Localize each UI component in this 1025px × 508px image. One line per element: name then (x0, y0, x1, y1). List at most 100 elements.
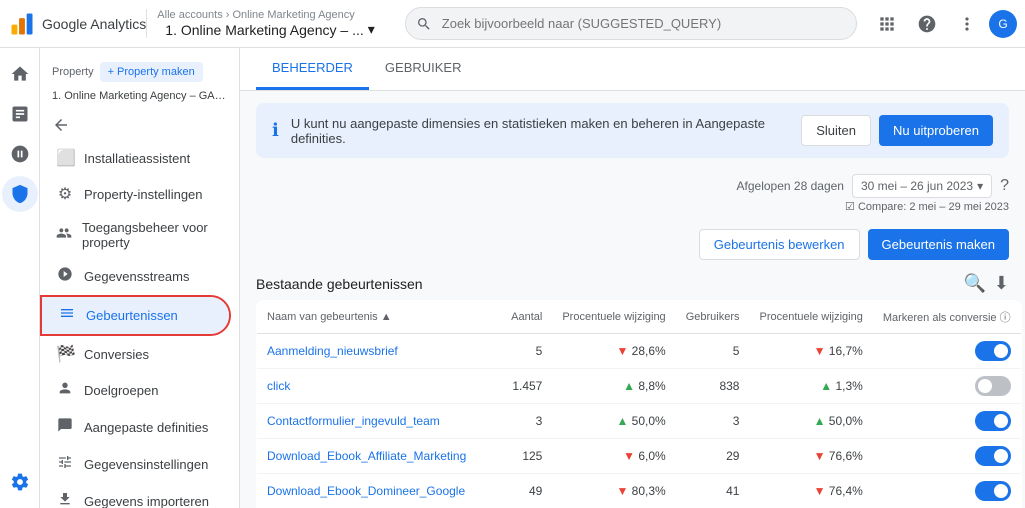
event-count: 5 (501, 334, 552, 369)
up-arrow-icon: ▲ (820, 379, 832, 393)
event-toggle-cell (873, 439, 1021, 474)
gebeurtenis-maken-button[interactable]: Gebeurtenis maken (868, 229, 1009, 260)
sidebar-item-gegevensstreams[interactable]: Gegevensstreams (40, 258, 231, 295)
topbar-breadcrumb: Alle accounts › Online Marketing Agency (157, 9, 382, 21)
table-actions: 🔍 ⬇ (963, 269, 1009, 300)
help-icon-button[interactable] (909, 6, 945, 42)
event-users: 3 (676, 404, 750, 439)
date-dropdown-icon: ▾ (977, 179, 983, 193)
conversies-icon: 🏁 (56, 344, 74, 364)
sidebar-item-aangepaste-definities[interactable]: Aangepaste definities (40, 409, 231, 446)
rail-settings-icon[interactable] (2, 464, 38, 500)
rail-reports-icon[interactable] (2, 96, 38, 132)
mark-conversion-toggle[interactable] (975, 481, 1011, 501)
more-icon-button[interactable] (949, 6, 985, 42)
sidebar-item-label: Conversies (84, 347, 149, 362)
event-toggle-cell (873, 369, 1021, 404)
data-settings-icon (56, 454, 74, 475)
avatar[interactable]: G (989, 10, 1017, 38)
event-users: 29 (676, 439, 750, 474)
sidebar-item-label: Toegangsbeheer voor property (82, 220, 215, 250)
up-arrow-icon: ▲ (616, 414, 628, 428)
chevron-down-icon: ▾ (368, 21, 375, 38)
topbar-icons: G (869, 6, 1017, 42)
event-name: Download_Ebook_Domineer_Google (257, 474, 502, 508)
sluiten-button[interactable]: Sluiten (801, 115, 871, 146)
table-row: Download_Ebook_Domineer_Google 49 ▼ 80,3… (257, 474, 1022, 508)
sidebar-item-toegangsbeheer[interactable]: Toegangsbeheer voor property (40, 212, 231, 258)
event-users-pct: ▼ 76,6% (749, 439, 872, 474)
up-arrow-icon: ▲ (623, 379, 635, 393)
rail-explore-icon[interactable] (2, 136, 38, 172)
sidebar-item-gebeurtenissen[interactable]: Gebeurtenissen (42, 297, 229, 334)
event-count: 49 (501, 474, 552, 508)
help-icon (917, 14, 937, 34)
event-toggle-cell (873, 474, 1021, 508)
sidebar-item-label: Aangepaste definities (84, 420, 208, 435)
mark-conversion-toggle[interactable] (975, 411, 1011, 431)
events-toolbar: Gebeurtenis bewerken Gebeurtenis maken (240, 221, 1025, 268)
sidebar-item-property-instellingen[interactable]: ⚙ Property-instellingen (40, 176, 231, 212)
sidebar-item-gegevens-importeren[interactable]: Gegevens importeren (40, 483, 231, 508)
grid-icon-button[interactable] (869, 6, 905, 42)
sidebar-item-label: Installatieassistent (84, 151, 190, 166)
rail-home-icon[interactable] (2, 56, 38, 92)
col-users: Gebruikers (676, 301, 750, 334)
topbar-property-selector[interactable]: 1. Online Marketing Agency – ... ▾ (157, 21, 382, 38)
date-help-icon[interactable]: ? (1000, 177, 1009, 195)
date-range-value: 30 mei – 26 jun 2023 (861, 179, 973, 193)
sidebar-item-gegevensinstellingen[interactable]: Gegevensinstellingen (40, 446, 231, 483)
event-toggle-cell (873, 334, 1021, 369)
event-pct: ▼ 28,6% (552, 334, 675, 369)
back-arrow-icon (52, 116, 70, 134)
info-banner-text: U kunt nu aangepaste dimensies en statis… (291, 116, 789, 146)
tab-gebruiker[interactable]: GEBRUIKER (369, 48, 478, 90)
sidebar-item-label: Property-instellingen (84, 187, 203, 202)
col-count: Aantal (501, 301, 552, 334)
event-count: 3 (501, 404, 552, 439)
down-arrow-icon: ▼ (623, 449, 635, 463)
topbar: Google Analytics Alle accounts › Online … (0, 0, 1025, 48)
rail-admin-icon[interactable] (2, 176, 38, 212)
access-icon (56, 225, 72, 246)
down-arrow-icon: ▼ (616, 484, 628, 498)
custom-defs-icon (56, 417, 74, 438)
col-users-pct: Procentuele wijziging (749, 301, 872, 334)
compare-text: Compare: 2 mei – 29 mei 2023 (858, 201, 1009, 213)
gebeurtenis-bewerken-button[interactable]: Gebeurtenis bewerken (699, 229, 860, 260)
event-users-pct: ▼ 76,4% (749, 474, 872, 508)
uitproberen-button[interactable]: Nu uitproberen (879, 115, 993, 146)
sidebar-item-label: Gebeurtenissen (86, 308, 178, 323)
sidebar-property-name: 1. Online Marketing Agency – GA4 (250... (40, 88, 239, 110)
down-arrow-icon: ▼ (814, 449, 826, 463)
event-pct: ▼ 6,0% (552, 439, 675, 474)
main-layout: Property + Property maken 1. Online Mark… (0, 48, 1025, 508)
sidebar-item-conversies[interactable]: 🏁 Conversies (40, 336, 231, 372)
sidebar-item-installatie[interactable]: ⬜ Installatieassistent (40, 140, 231, 176)
property-maken-button[interactable]: + Property maken (100, 62, 203, 82)
search-input[interactable] (405, 7, 857, 40)
tab-beheerder[interactable]: BEHEERDER (256, 48, 369, 90)
date-range-button[interactable]: 30 mei – 26 jun 2023 ▾ (852, 174, 992, 198)
topbar-property-name: 1. Online Marketing Agency – ... (165, 22, 363, 38)
sidebar-item-doelgroepen[interactable]: Doelgroepen (40, 372, 231, 409)
mark-conversion-toggle[interactable] (975, 341, 1011, 361)
mark-conversion-toggle[interactable] (975, 446, 1011, 466)
doelgroepen-icon (56, 380, 74, 401)
table-download-icon[interactable]: ⬇ (994, 273, 1009, 294)
event-name: Download_Ebook_Affiliate_Marketing (257, 439, 502, 474)
sidebar-item-label: Gegevens importeren (84, 494, 209, 508)
more-icon (957, 14, 977, 34)
mark-conv-help-icon[interactable]: ⓘ (1000, 312, 1011, 324)
table-row: Contactformulier_ingevuld_team 3 ▲ 50,0%… (257, 404, 1022, 439)
event-name: click (257, 369, 502, 404)
sidebar-back-button[interactable] (40, 110, 239, 140)
topbar-logo-text: Google Analytics (42, 16, 146, 32)
mark-conversion-toggle[interactable] (975, 376, 1011, 396)
sidebar-item-label: Gegevensstreams (84, 269, 190, 284)
table-search-icon[interactable]: 🔍 (963, 273, 985, 294)
compare-row: ☑ Compare: 2 mei – 29 mei 2023 (240, 198, 1025, 221)
event-users: 838 (676, 369, 750, 404)
event-toggle-cell (873, 404, 1021, 439)
sort-icon: ▲ (381, 311, 392, 323)
